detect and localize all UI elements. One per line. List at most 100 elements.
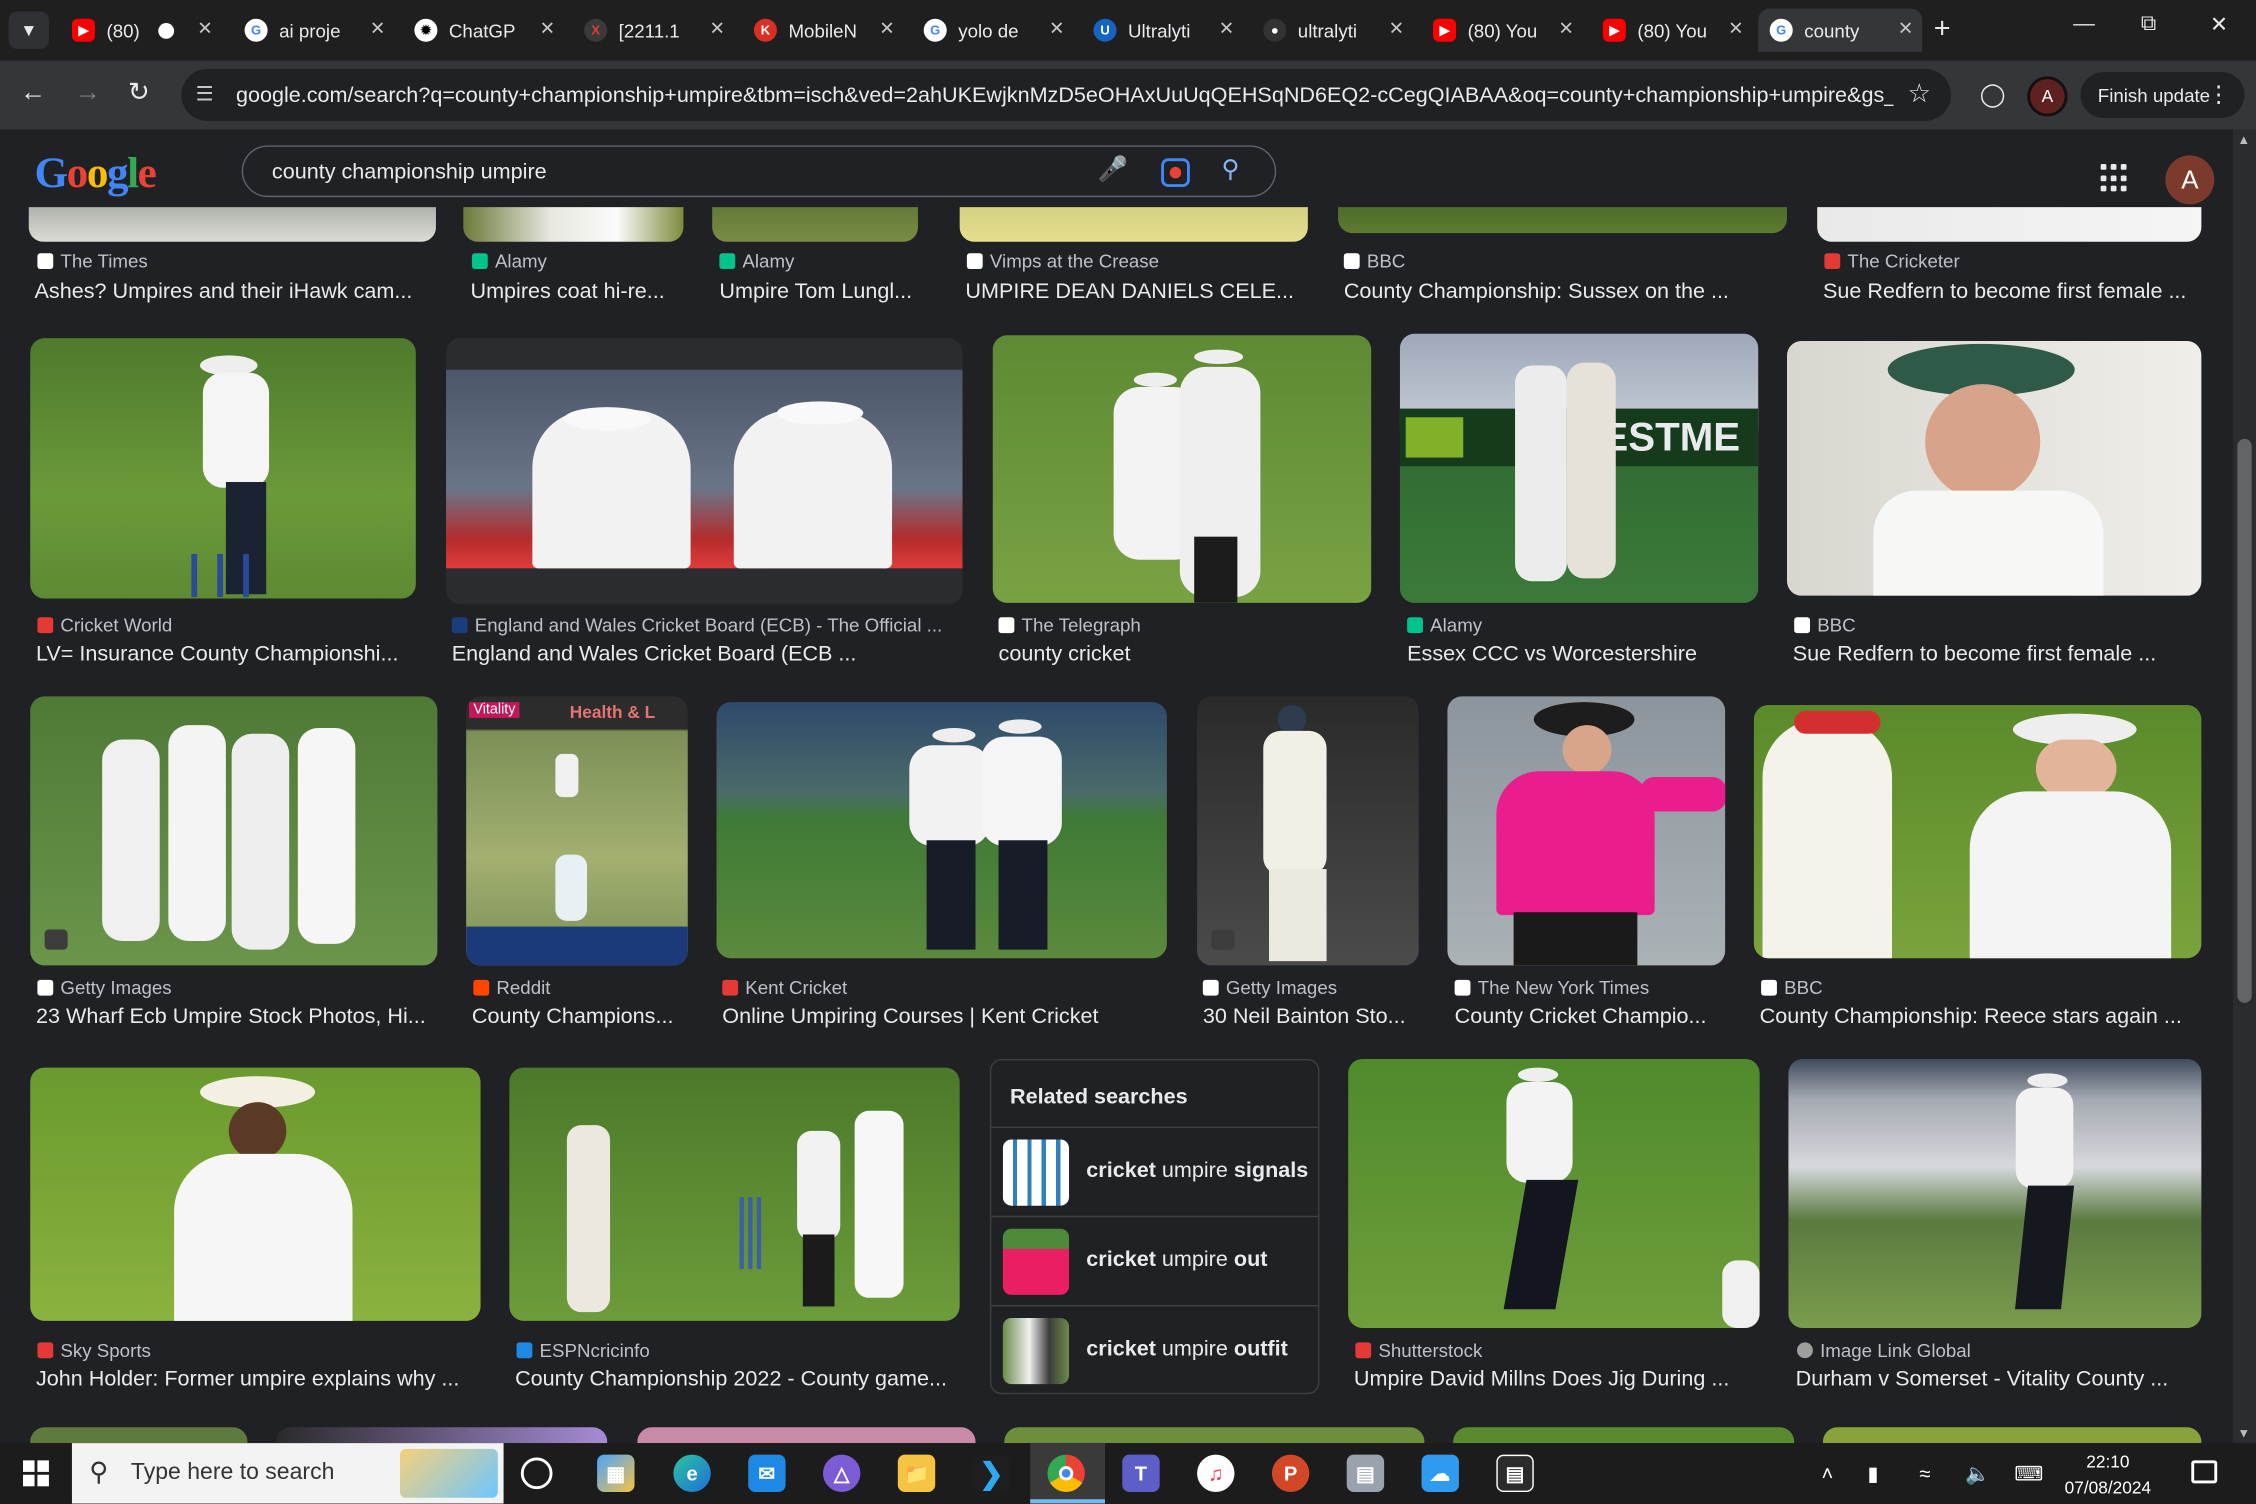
onedrive-icon[interactable]: ☁ xyxy=(1421,1454,1459,1493)
url-text[interactable]: google.com/search?q=county+championship+… xyxy=(236,83,1893,107)
result-caption[interactable]: county cricket xyxy=(999,642,1370,666)
minimize-icon[interactable]: — xyxy=(2073,12,2095,36)
result-caption[interactable]: 23 Wharf Ecb Umpire Stock Photos, Hi... xyxy=(36,1004,436,1028)
close-tab-icon[interactable]: ✕ xyxy=(1898,17,1914,40)
cortana-icon[interactable] xyxy=(520,1457,553,1490)
scroll-down-icon[interactable]: ▼ xyxy=(2237,1426,2250,1440)
result-thumbnail[interactable] xyxy=(446,338,963,605)
result-thumbnail[interactable] xyxy=(1447,696,1726,966)
result-caption[interactable]: 30 Neil Bainton Sto... xyxy=(1203,1004,1419,1028)
account-avatar[interactable]: A xyxy=(2165,155,2215,205)
restore-icon[interactable]: ⧉ xyxy=(2141,12,2156,36)
close-tab-icon[interactable]: ✕ xyxy=(540,17,556,40)
more-menu-icon[interactable]: ⋮ xyxy=(2207,81,2230,110)
result-thumbnail[interactable] xyxy=(30,696,438,966)
search-icon[interactable]: ⚲ xyxy=(1222,155,1240,184)
address-bar[interactable]: ☰ google.com/search?q=county+championshi… xyxy=(181,69,1952,121)
result-thumbnail[interactable] xyxy=(1338,207,1787,234)
teams-icon[interactable]: T xyxy=(1122,1454,1160,1493)
volume-icon[interactable]: 🔈 xyxy=(1965,1462,1990,1486)
result-thumbnail-partial[interactable] xyxy=(30,1427,248,1444)
browser-tab-active[interactable]: G county ✕ xyxy=(1758,8,1923,52)
browser-tab[interactable]: G ai proje ✕ xyxy=(233,9,394,52)
related-search-item[interactable]: cricket umpire out xyxy=(991,1215,1318,1305)
result-caption[interactable]: Essex CCC vs Worcestershire xyxy=(1407,642,1758,666)
result-caption[interactable]: LV= Insurance County Championshi... xyxy=(36,642,416,666)
close-tab-icon[interactable]: ✕ xyxy=(1389,17,1405,40)
file-explorer-icon[interactable]: 📁 xyxy=(897,1454,936,1493)
browser-tab[interactable]: X [2211.1 ✕ xyxy=(573,9,734,52)
result-thumbnail[interactable] xyxy=(1753,705,2202,959)
back-icon[interactable]: ← xyxy=(20,78,46,108)
result-caption[interactable]: Umpires coat hi-re... xyxy=(470,279,686,303)
result-caption[interactable]: England and Wales Cricket Board (ECB ... xyxy=(452,642,961,666)
result-caption[interactable]: John Holder: Former umpire explains why … xyxy=(36,1367,476,1391)
browser-tab[interactable]: G yolo de ✕ xyxy=(912,9,1073,52)
system-clock[interactable]: 22:10 07/08/2024 xyxy=(2062,1449,2154,1501)
result-thumbnail[interactable] xyxy=(992,335,1372,603)
browser-tab[interactable]: ▶ (80) You ✕ xyxy=(1422,9,1583,52)
itunes-icon[interactable]: ♫ xyxy=(1197,1454,1235,1493)
result-thumbnail[interactable] xyxy=(1786,340,2202,596)
browser-tab[interactable]: U Ultralyti ✕ xyxy=(1082,9,1243,52)
scroll-up-icon[interactable]: ▲ xyxy=(2237,132,2250,146)
show-hidden-icons[interactable]: ˄ xyxy=(1822,1462,1834,1485)
search-box[interactable]: county championship umpire 🎤 ⚲ xyxy=(241,145,1277,198)
browser-tab[interactable]: ▶ (80) You ✕ xyxy=(1591,9,1752,52)
result-thumbnail[interactable] xyxy=(959,207,1308,242)
result-thumbnail[interactable] xyxy=(716,702,1167,959)
google-doodle-logo[interactable]: Google xyxy=(35,150,157,199)
browser-tab[interactable]: ✹ ChatGP ✕ xyxy=(403,9,564,52)
result-caption[interactable]: Online Umpiring Courses | Kent Cricket xyxy=(722,1004,1165,1028)
result-thumbnail[interactable]: Vitality Health & L xyxy=(466,696,688,966)
close-tab-icon[interactable]: ✕ xyxy=(879,17,895,40)
result-caption[interactable]: Ashes? Umpires and their iHawk cam... xyxy=(35,279,432,303)
windows-start-icon[interactable] xyxy=(23,1460,49,1487)
result-caption[interactable]: UMPIRE DEAN DANIELS CELE... xyxy=(965,279,1305,303)
result-thumbnail[interactable] xyxy=(28,207,436,242)
microphone-icon[interactable]: 🎤 xyxy=(1098,155,1128,184)
result-thumbnail-partial[interactable] xyxy=(1004,1427,1425,1444)
result-thumbnail-partial[interactable] xyxy=(1453,1427,1795,1444)
result-caption[interactable]: County Championship 2022 - County game..… xyxy=(515,1367,955,1391)
result-caption[interactable]: County Cricket Champio... xyxy=(1455,1004,1723,1028)
app-window-icon[interactable]: ▤ xyxy=(1346,1454,1385,1493)
app-icon[interactable]: △ xyxy=(822,1454,861,1493)
powerpoint-icon[interactable]: P xyxy=(1271,1454,1310,1493)
browser-tab[interactable]: ● ultralyti ✕ xyxy=(1252,9,1413,52)
result-caption[interactable]: Sue Redfern to become first female ... xyxy=(1793,642,2202,666)
result-thumbnail[interactable] xyxy=(509,1067,960,1321)
finish-update-button[interactable]: Finish update ⋮ xyxy=(2080,71,2245,118)
microsoft-store-icon[interactable]: ▦ xyxy=(597,1454,635,1493)
search-input[interactable]: county championship umpire xyxy=(272,160,547,184)
battery-icon[interactable]: ▮ xyxy=(1868,1462,1879,1486)
reload-icon[interactable]: ↻ xyxy=(128,78,150,108)
vscode-icon[interactable]: ❯ xyxy=(972,1454,1011,1493)
page-scrollbar[interactable]: ▲ ▼ xyxy=(2233,129,2256,1444)
result-caption[interactable]: Sue Redfern to become first female ... xyxy=(1823,279,2200,303)
forward-icon[interactable]: → xyxy=(75,78,101,108)
result-thumbnail[interactable] xyxy=(1817,207,2202,242)
close-window-icon[interactable]: ✕ xyxy=(2210,12,2228,38)
close-tab-icon[interactable]: ✕ xyxy=(1219,17,1235,40)
result-caption[interactable]: County Championship: Reece stars again .… xyxy=(1760,1004,2200,1028)
google-apps-icon[interactable] xyxy=(2100,164,2130,193)
result-thumbnail[interactable]: ESTME xyxy=(1399,333,1759,603)
result-thumbnail[interactable] xyxy=(30,338,416,599)
browser-tab[interactable]: K MobileN ✕ xyxy=(742,9,903,52)
result-thumbnail[interactable] xyxy=(1197,696,1419,966)
result-thumbnail-partial[interactable] xyxy=(1822,1427,2202,1444)
result-caption[interactable]: Umpire David Millns Does Jig During ... xyxy=(1354,1367,1757,1391)
scrollbar-thumb[interactable] xyxy=(2237,438,2252,1003)
related-search-item[interactable]: cricket umpire signals xyxy=(991,1126,1318,1216)
keyboard-icon[interactable]: ⌨ xyxy=(2014,1462,2043,1486)
result-thumbnail[interactable] xyxy=(1348,1058,1760,1329)
browser-tab[interactable]: ▶ (80) ✕ xyxy=(60,9,221,52)
tab-search-button[interactable]: ▼ xyxy=(8,11,49,49)
close-tab-icon[interactable]: ✕ xyxy=(709,17,725,40)
close-tab-icon[interactable]: ✕ xyxy=(1049,17,1065,40)
result-thumbnail[interactable] xyxy=(463,207,684,242)
close-tab-icon[interactable]: ✕ xyxy=(370,17,386,40)
google-lens-icon[interactable] xyxy=(1161,158,1190,188)
close-tab-icon[interactable]: ✕ xyxy=(1558,17,1574,40)
